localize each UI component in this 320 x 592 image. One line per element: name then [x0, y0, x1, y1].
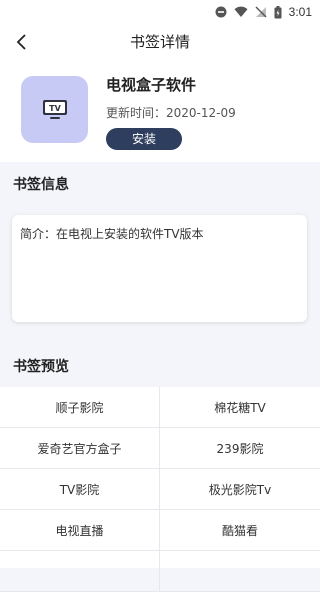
intro-text: 简介：在电视上安装的软件TV版本: [20, 227, 204, 241]
preview-item[interactable]: TV影院: [0, 469, 160, 510]
status-time: 3:01: [288, 5, 312, 19]
preview-section-title: 书签预览: [13, 359, 69, 375]
info-section-title: 书签信息: [13, 177, 69, 193]
preview-item[interactable]: 239影院: [160, 428, 320, 469]
no-signal-icon: [255, 6, 267, 18]
preview-item[interactable]: [0, 551, 160, 592]
app-bar: 书签详情: [0, 24, 320, 60]
app-summary: TV 电视盒子软件 更新时间：2020-12-09 安装: [0, 60, 320, 162]
preview-item[interactable]: 棉花糖TV: [160, 387, 320, 428]
install-button[interactable]: 安装: [106, 128, 182, 150]
app-icon: TV: [21, 76, 88, 143]
preview-item[interactable]: [160, 551, 320, 592]
status-bar: 3:01: [0, 0, 320, 24]
preview-item[interactable]: 电视直播: [0, 510, 160, 551]
tv-icon: TV: [42, 99, 67, 119]
preview-item[interactable]: 酷猫看: [160, 510, 320, 551]
preview-item[interactable]: 爱奇艺官方盒子: [0, 428, 160, 469]
preview-item[interactable]: 顺子影院: [0, 387, 160, 428]
update-info: 更新时间：2020-12-09: [106, 104, 236, 121]
update-label: 更新时间：: [106, 106, 167, 120]
svg-text:TV: TV: [49, 104, 61, 113]
do-not-disturb-icon: [215, 6, 227, 18]
info-card: 简介：在电视上安装的软件TV版本: [12, 215, 307, 322]
preview-grid: 顺子影院 棉花糖TV 爱奇艺官方盒子 239影院 TV影院 极光影院Tv 电视直…: [0, 387, 320, 592]
app-name: 电视盒子软件: [106, 76, 197, 94]
battery-icon: [274, 5, 282, 19]
page-title: 书签详情: [129, 33, 190, 51]
wifi-icon: [234, 6, 248, 18]
update-date: 2020-12-09: [166, 106, 236, 120]
preview-item[interactable]: 极光影院Tv: [160, 469, 320, 510]
